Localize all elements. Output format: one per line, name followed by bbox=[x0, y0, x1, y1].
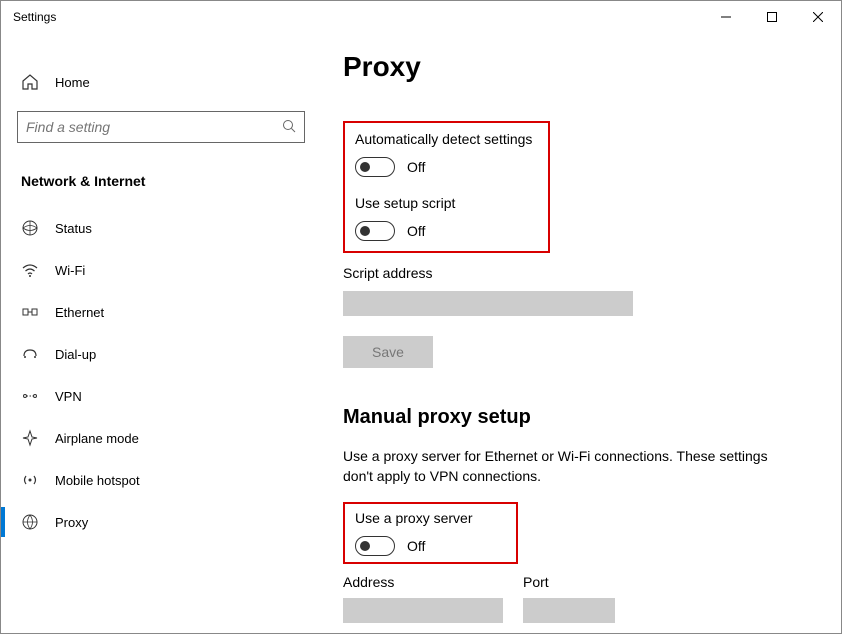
manual-heading: Manual proxy setup bbox=[343, 406, 817, 429]
auto-detect-state: Off bbox=[407, 159, 425, 175]
minimize-button[interactable] bbox=[703, 1, 749, 33]
home-link[interactable]: Home bbox=[9, 61, 313, 103]
sidebar-item-label: Ethernet bbox=[55, 305, 104, 320]
sidebar-item-status[interactable]: Status bbox=[9, 207, 313, 249]
manual-desc: Use a proxy server for Ethernet or Wi-Fi… bbox=[343, 447, 773, 486]
window-controls bbox=[703, 1, 841, 33]
use-proxy-toggle[interactable] bbox=[355, 536, 395, 556]
script-address-label: Script address bbox=[343, 265, 817, 281]
window-title: Settings bbox=[13, 10, 56, 24]
sidebar-item-hotspot[interactable]: Mobile hotspot bbox=[9, 459, 313, 501]
highlight-auto-proxy: Automatically detect settings Off Use se… bbox=[343, 121, 550, 253]
sidebar-item-label: Mobile hotspot bbox=[55, 473, 140, 488]
hotspot-icon bbox=[21, 471, 39, 489]
setup-script-label: Use setup script bbox=[355, 195, 538, 211]
search-input[interactable] bbox=[26, 119, 282, 135]
sidebar-item-label: Proxy bbox=[55, 515, 88, 530]
dialup-icon bbox=[21, 345, 39, 363]
port-label: Port bbox=[523, 574, 615, 590]
sidebar-item-dialup[interactable]: Dial-up bbox=[9, 333, 313, 375]
wifi-icon bbox=[21, 261, 39, 279]
sidebar-item-label: Dial-up bbox=[55, 347, 96, 362]
content: Proxy Automatically detect settings Off … bbox=[321, 33, 841, 633]
setup-script-state: Off bbox=[407, 223, 425, 239]
page-title: Proxy bbox=[343, 51, 817, 83]
ethernet-icon bbox=[21, 303, 39, 321]
sidebar-item-airplane[interactable]: Airplane mode bbox=[9, 417, 313, 459]
category-header: Network & Internet bbox=[21, 173, 305, 189]
save-button[interactable]: Save bbox=[343, 336, 433, 368]
use-proxy-label: Use a proxy server bbox=[355, 510, 506, 526]
home-label: Home bbox=[55, 75, 90, 90]
home-icon bbox=[21, 73, 39, 91]
status-icon bbox=[21, 219, 39, 237]
search-box[interactable] bbox=[17, 111, 305, 143]
sidebar-item-wifi[interactable]: Wi-Fi bbox=[9, 249, 313, 291]
highlight-use-proxy: Use a proxy server Off bbox=[343, 502, 518, 564]
close-button[interactable] bbox=[795, 1, 841, 33]
sidebar: Home Network & Internet Status Wi-Fi Eth… bbox=[1, 33, 321, 633]
nav-list: Status Wi-Fi Ethernet Dial-up VPN Airpla… bbox=[9, 207, 313, 543]
auto-detect-label: Automatically detect settings bbox=[355, 131, 538, 147]
sidebar-item-proxy[interactable]: Proxy bbox=[9, 501, 313, 543]
proxy-icon bbox=[21, 513, 39, 531]
setup-script-toggle[interactable] bbox=[355, 221, 395, 241]
sidebar-item-ethernet[interactable]: Ethernet bbox=[9, 291, 313, 333]
address-input[interactable] bbox=[343, 598, 503, 623]
port-input[interactable] bbox=[523, 598, 615, 623]
airplane-icon bbox=[21, 429, 39, 447]
search-icon bbox=[282, 119, 296, 136]
titlebar: Settings bbox=[1, 1, 841, 33]
sidebar-item-label: Wi-Fi bbox=[55, 263, 85, 278]
use-proxy-state: Off bbox=[407, 538, 425, 554]
sidebar-item-label: Status bbox=[55, 221, 92, 236]
sidebar-item-vpn[interactable]: VPN bbox=[9, 375, 313, 417]
vpn-icon bbox=[21, 387, 39, 405]
sidebar-item-label: Airplane mode bbox=[55, 431, 139, 446]
address-label: Address bbox=[343, 574, 503, 590]
script-address-input[interactable] bbox=[343, 291, 633, 316]
auto-detect-toggle[interactable] bbox=[355, 157, 395, 177]
sidebar-item-label: VPN bbox=[55, 389, 82, 404]
maximize-button[interactable] bbox=[749, 1, 795, 33]
